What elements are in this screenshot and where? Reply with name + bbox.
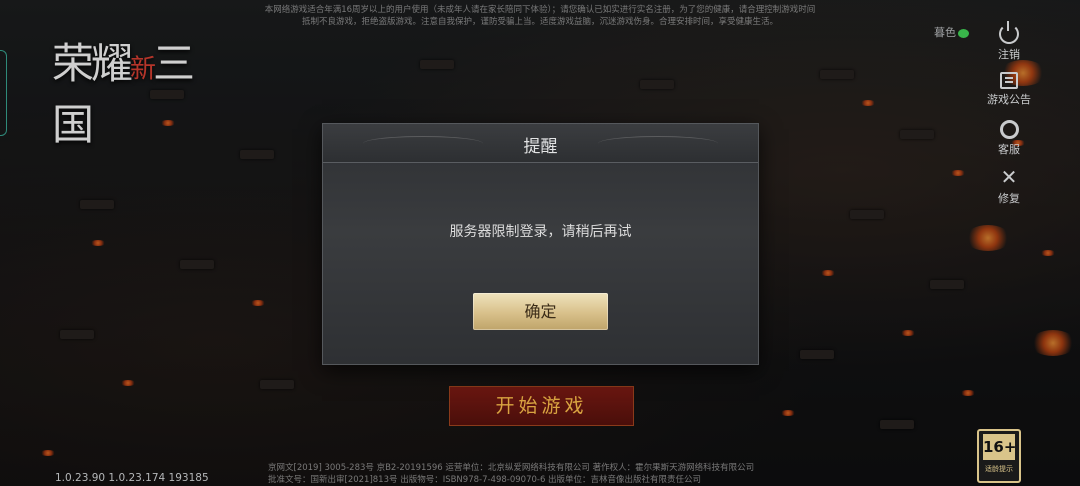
game-logo: 荣耀新三国 [52, 30, 212, 149]
left-edge-handle[interactable] [0, 50, 7, 136]
version-text: 1.0.23.90 1.0.23.174 193185 [55, 472, 209, 484]
power-icon [999, 21, 1019, 44]
logout-label: 注销 [998, 48, 1020, 61]
age-rating-label: 适龄提示 [985, 465, 1013, 473]
notice-line-1: 本网络游戏适合年满16周岁以上的用户使用（未成年人请在家长陪同下体验）；请您确认… [264, 5, 816, 15]
customer-service-icon [999, 120, 1019, 139]
wechat-account-label: 暮色 [934, 26, 956, 39]
logo-text-2: 新 [130, 54, 156, 85]
footer-line-1: 京网文[2019] 3005-283号 京B2-20191596 运营单位：北京… [268, 463, 755, 473]
announcement-button[interactable]: 游戏公告 [980, 72, 1038, 107]
customer-service-label: 客服 [998, 143, 1020, 156]
start-game-button[interactable]: 开始游戏 [449, 386, 634, 426]
dialog-message: 服务器限制登录，请稍后再试 [449, 224, 632, 240]
logout-button[interactable]: 注销 [980, 21, 1038, 62]
confirm-button[interactable]: 确定 [473, 293, 608, 330]
repair-tools-icon: ✕ [1000, 165, 1018, 189]
footer-line-2: 批准文号：国新出审[2021]813号 出版物号：ISBN978-7-498-0… [268, 475, 702, 485]
age-rating-badge[interactable]: 16+ 适龄提示 [977, 429, 1021, 483]
customer-service-button[interactable]: 客服 [980, 120, 1038, 157]
wechat-account[interactable]: 暮色 [934, 24, 969, 40]
repair-label: 修复 [998, 192, 1020, 205]
notice-board-icon [1000, 72, 1018, 89]
anti-addiction-notice: 本网络游戏适合年满16周岁以上的用户使用（未成年人请在家长陪同下体验）；请您确认… [220, 4, 860, 28]
wechat-icon [958, 28, 969, 38]
license-footer: 京网文[2019] 3005-283号 京B2-20191596 运营单位：北京… [268, 462, 828, 486]
repair-button[interactable]: ✕ 修复 [980, 166, 1038, 206]
logo-text-1: 荣耀 [52, 39, 133, 88]
age-rating-value: 16+ [983, 434, 1016, 460]
dialog-header: 提醒 [323, 124, 758, 163]
dialog-title: 提醒 [523, 137, 558, 157]
announcement-label: 游戏公告 [987, 93, 1031, 106]
notice-line-2: 抵制不良游戏，拒绝盗版游戏。注意自我保护，谨防受骗上当。适度游戏益脑，沉迷游戏伤… [301, 17, 778, 27]
reminder-dialog: 提醒 服务器限制登录，请稍后再试 确定 [322, 123, 759, 365]
